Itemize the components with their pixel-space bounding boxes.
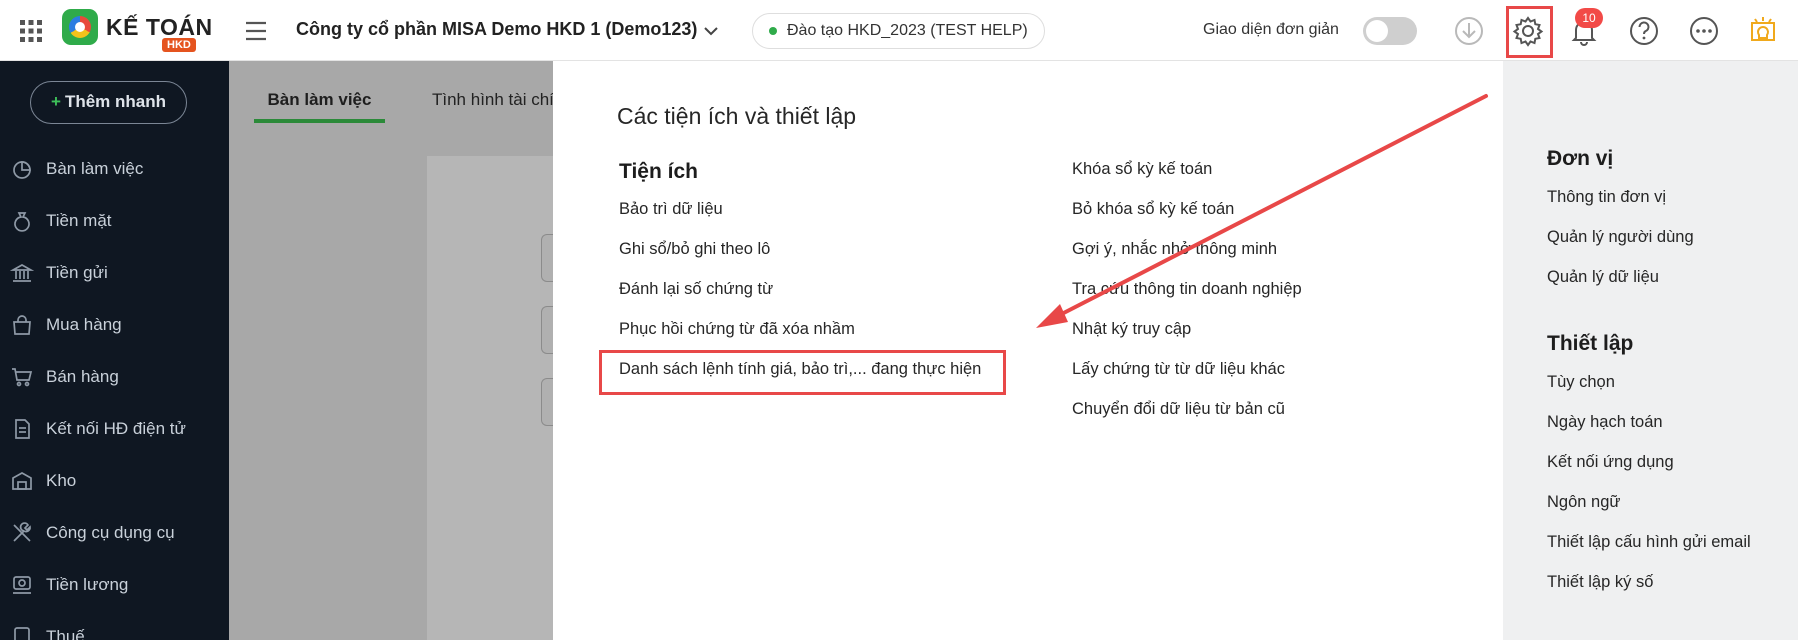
logo-text: KẾ TOÁN	[106, 14, 213, 40]
link-language[interactable]: Ngôn ngữ	[1547, 493, 1620, 512]
salary-icon	[13, 576, 31, 594]
download-icon[interactable]	[1452, 14, 1486, 48]
link-unit-info[interactable]: Thông tin đơn vị	[1547, 188, 1666, 207]
settings-side-panel: Đơn vị Thông tin đơn vị Quản lý người dù…	[1503, 61, 1798, 640]
plus-icon: +	[51, 92, 61, 111]
logo-hkd-badge: HKD	[162, 38, 196, 52]
link-email-config[interactable]: Thiết lập cấu hình gửi email	[1547, 533, 1751, 552]
link-batch-post[interactable]: Ghi sổ/bỏ ghi theo lô	[619, 240, 770, 259]
link-lock-period[interactable]: Khóa sổ kỳ kế toán	[1072, 160, 1212, 179]
main-content-overlay: Bàn làm việc Tình hình tài chính	[229, 61, 573, 640]
link-renumber-vouchers[interactable]: Đánh lại số chứng từ	[619, 280, 773, 299]
simple-mode-label: Giao diện đơn giản	[1203, 21, 1339, 38]
simple-mode-toggle[interactable]	[1363, 17, 1417, 45]
link-import-other-data[interactable]: Lấy chứng từ từ dữ liệu khác	[1072, 360, 1285, 379]
sidebar-item-einvoice[interactable]: Kết nối HĐ điện tử	[0, 409, 229, 449]
help-icon[interactable]	[1627, 14, 1661, 48]
company-selector[interactable]: Công ty cổ phần MISA Demo HKD 1 (Demo123…	[296, 19, 697, 40]
warehouse-icon	[12, 472, 32, 490]
dashboard-widget	[541, 234, 553, 282]
sidebar-item-label: Bàn làm việc	[46, 159, 144, 178]
invoice-icon	[15, 419, 30, 439]
unit-section-title: Đơn vị	[1547, 147, 1614, 170]
tab-dashboard[interactable]: Bàn làm việc	[254, 85, 385, 123]
link-unlock-period[interactable]: Bỏ khóa sổ kỳ kế toán	[1072, 200, 1234, 219]
money-bag-icon	[14, 212, 30, 232]
apps-grid-icon[interactable]	[19, 19, 43, 43]
sidebar-item-cash[interactable]: Tiền mặt	[0, 201, 229, 241]
sidebar-item-sales[interactable]: Bán hàng	[0, 357, 229, 397]
quick-add-button[interactable]: + Thêm nhanh	[30, 81, 187, 124]
sidebar-item-label: Tiền gửi	[46, 263, 108, 282]
shopping-bag-icon	[13, 315, 31, 335]
top-bar: KẾ TOÁN HKD Công ty cổ phần MISA Demo HK…	[0, 0, 1798, 61]
lightbulb-icon[interactable]	[1746, 14, 1780, 48]
link-smart-reminders[interactable]: Gợi ý, nhắc nhở thông minh	[1072, 240, 1277, 259]
sidebar: + Thêm nhanh Bàn làm việc Tiền mặt Tiền g…	[0, 61, 229, 640]
dashboard-widget	[541, 378, 553, 426]
link-posting-date[interactable]: Ngày hạch toán	[1547, 413, 1663, 432]
sidebar-item-label: Công cụ dụng cụ	[46, 523, 175, 542]
link-data-management[interactable]: Quản lý dữ liệu	[1547, 268, 1659, 287]
settings-highlight-box	[1506, 6, 1553, 58]
dashboard-card	[427, 156, 553, 640]
notification-badge: 10	[1575, 8, 1603, 28]
link-restore-deleted[interactable]: Phục hồi chứng từ đã xóa nhầm	[619, 320, 855, 339]
utilities-section-title: Tiện ích	[619, 160, 698, 183]
bank-icon	[10, 264, 34, 282]
dashboard-icon	[13, 161, 31, 179]
link-business-lookup[interactable]: Tra cứu thông tin doanh nghiệp	[1072, 280, 1302, 299]
tools-icon	[13, 522, 31, 542]
link-user-management[interactable]: Quản lý người dùng	[1547, 228, 1694, 247]
misa-logo-icon	[62, 9, 98, 45]
link-access-log[interactable]: Nhật ký truy cập	[1072, 320, 1191, 339]
sidebar-item-dashboard[interactable]: Bàn làm việc	[0, 149, 229, 189]
sidebar-item-purchase[interactable]: Mua hàng	[0, 305, 229, 345]
sidebar-item-label: Kết nối HĐ điện tử	[46, 419, 186, 438]
sidebar-item-tax[interactable]: Thuế	[0, 617, 229, 640]
sidebar-item-label: Kho	[46, 471, 77, 490]
sidebar-item-tools[interactable]: Công cụ dụng cụ	[0, 513, 229, 553]
more-options-icon[interactable]	[1687, 14, 1721, 48]
link-data-maintenance[interactable]: Bảo trì dữ liệu	[619, 200, 723, 219]
tab-financial-status[interactable]: Tình hình tài chính	[432, 85, 573, 115]
cart-icon	[12, 368, 33, 387]
sidebar-item-label: Mua hàng	[46, 315, 122, 334]
link-convert-old-data[interactable]: Chuyển đổi dữ liệu từ bản cũ	[1072, 400, 1285, 419]
utilities-settings-panel: Các tiện ích và thiết lập Tiện ích Bảo t…	[553, 61, 1503, 640]
setup-section-title: Thiết lập	[1547, 332, 1634, 355]
link-app-connection[interactable]: Kết nối ứng dụng	[1547, 453, 1674, 472]
sidebar-item-deposit[interactable]: Tiền gửi	[0, 253, 229, 293]
sidebar-item-warehouse[interactable]: Kho	[0, 461, 229, 501]
running-jobs-highlight-box	[599, 350, 1006, 395]
training-data-chip[interactable]: Đào tạo HKD_2023 (TEST HELP)	[752, 13, 1045, 49]
dashboard-widget	[541, 306, 553, 354]
link-digital-signature[interactable]: Thiết lập ký số	[1547, 573, 1653, 592]
sidebar-item-label: Bán hàng	[46, 367, 119, 386]
training-label: Đào tạo HKD_2023 (TEST HELP)	[787, 22, 1028, 39]
link-options[interactable]: Tùy chọn	[1547, 373, 1615, 392]
hamburger-menu-icon[interactable]	[244, 20, 268, 42]
panel-title: Các tiện ích và thiết lập	[617, 103, 857, 129]
sidebar-item-label: Thuế	[46, 627, 85, 640]
sidebar-item-label: Tiền mặt	[46, 211, 112, 230]
sidebar-item-label: Tiền lương	[46, 575, 129, 594]
chevron-down-icon[interactable]	[702, 22, 720, 40]
sidebar-item-salary[interactable]: Tiền lương	[0, 565, 229, 605]
status-dot-icon	[769, 27, 777, 35]
tax-icon	[14, 627, 30, 640]
